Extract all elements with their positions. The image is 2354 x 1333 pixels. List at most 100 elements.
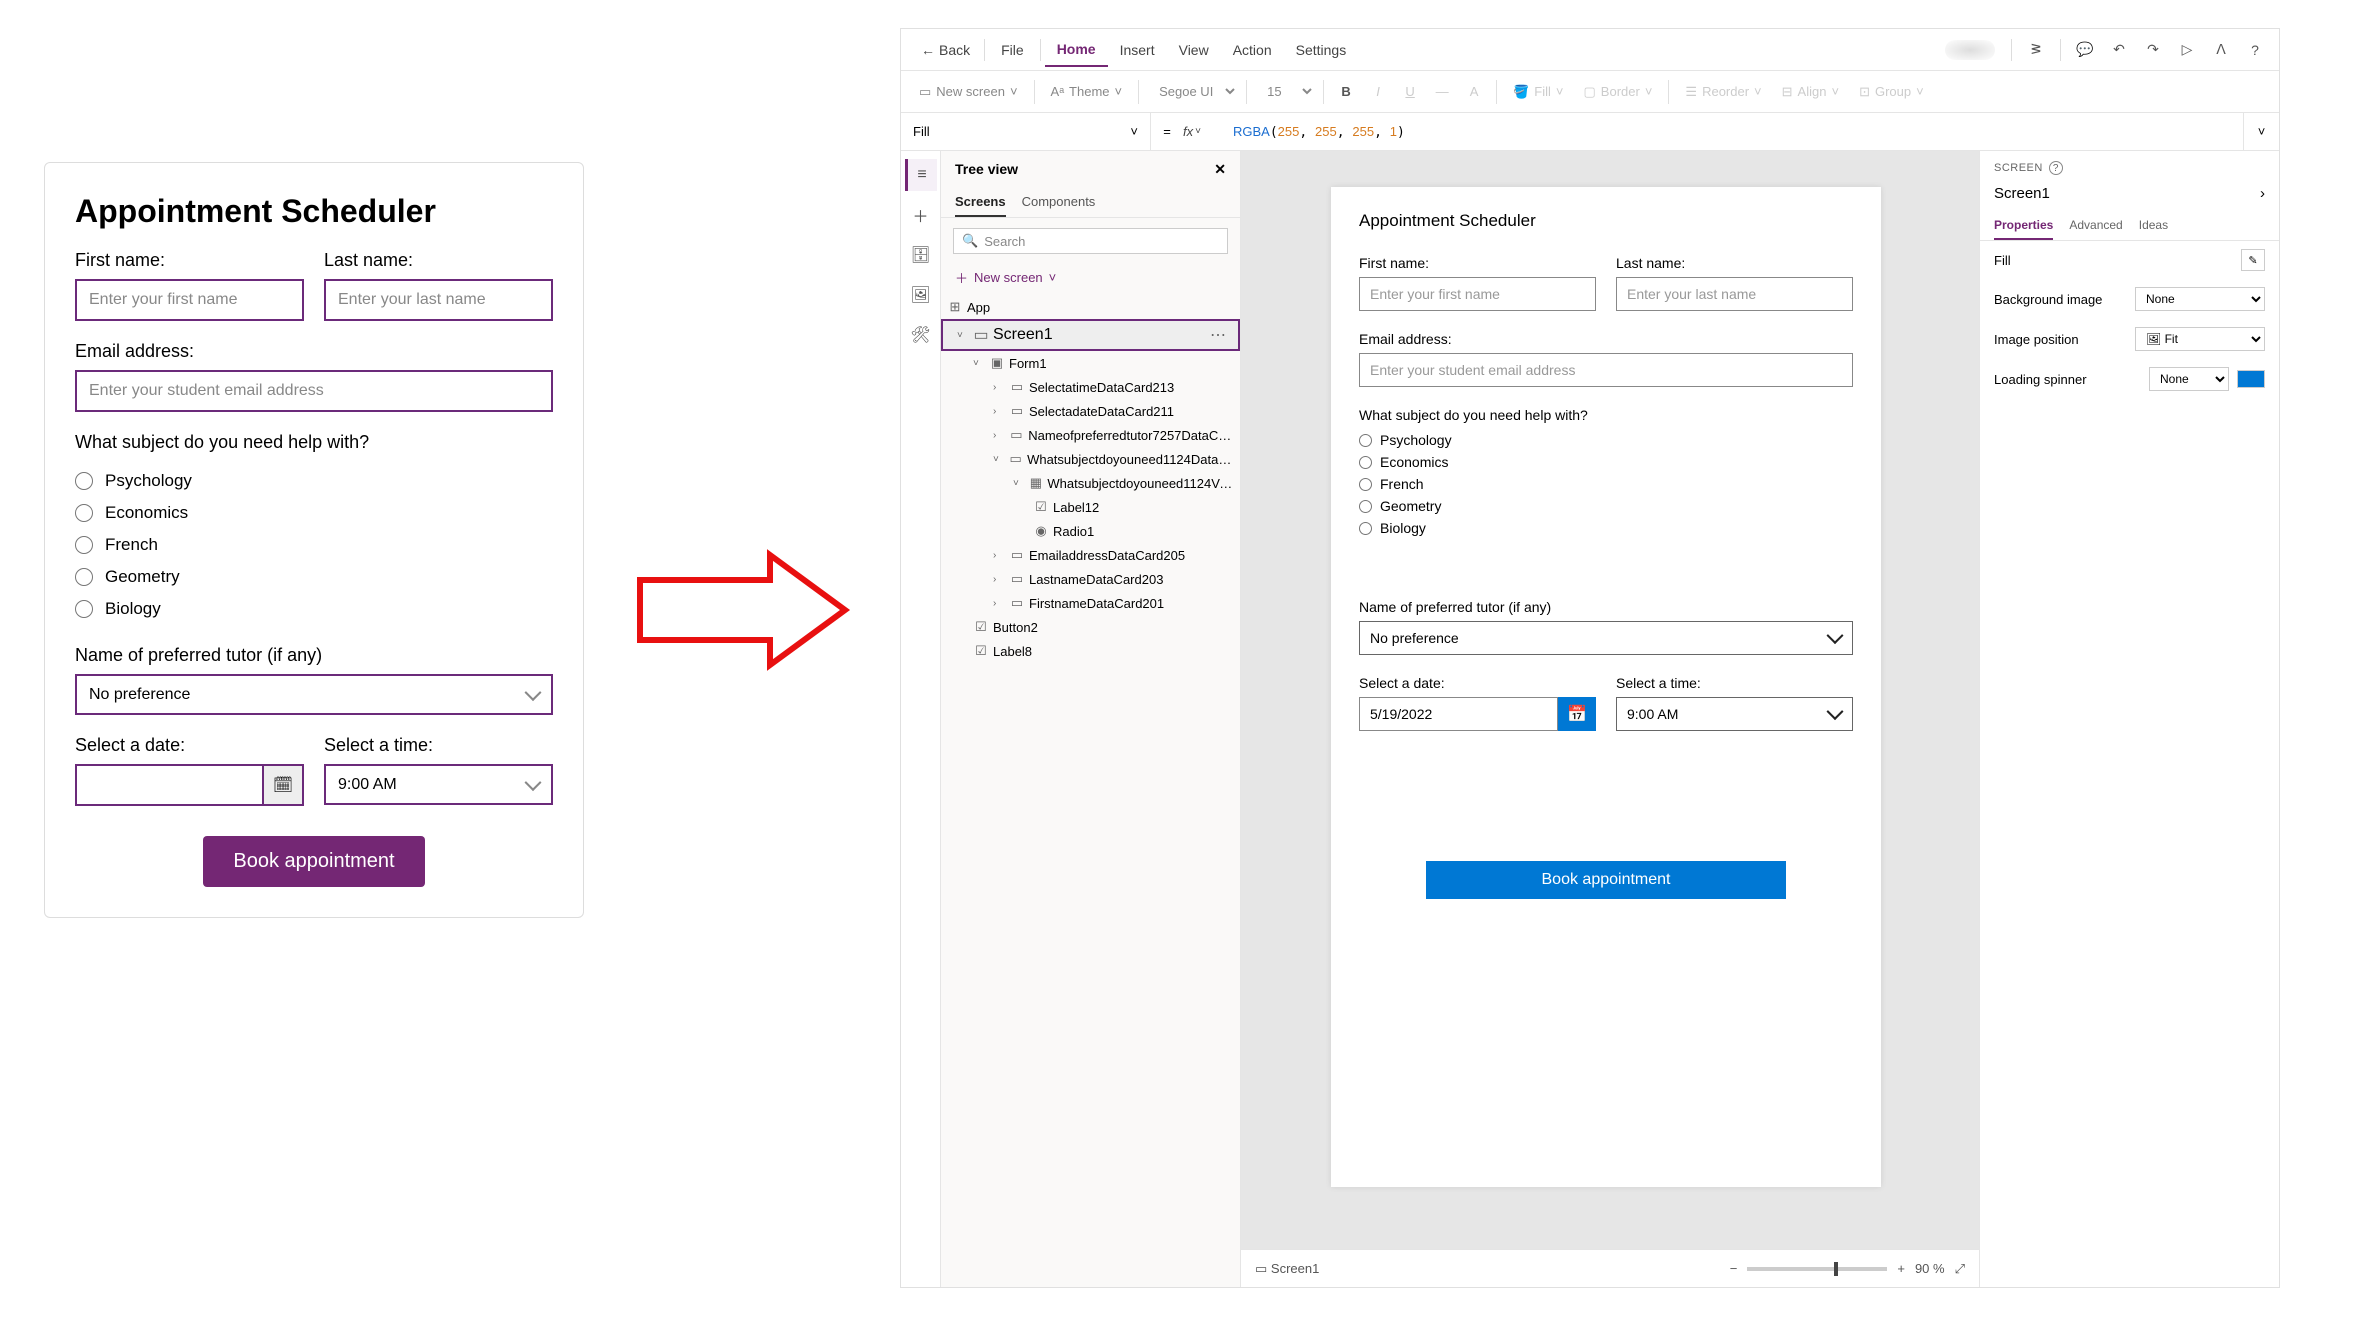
tree-node[interactable]: ☑Label12 <box>941 495 1240 519</box>
italic-icon[interactable]: I <box>1364 78 1392 106</box>
tree-node[interactable]: ˅▭Whatsubjectdoyouneed1124DataCar... <box>941 447 1240 471</box>
tree-node-form1[interactable]: ˅▣Form1 <box>941 351 1240 375</box>
tutor-select[interactable]: No preference <box>75 674 553 715</box>
insert-rail-icon[interactable]: ＋ <box>905 199 937 231</box>
redo-icon[interactable]: ↷ <box>2139 36 2167 64</box>
imgpos-select[interactable]: 🖼 Fit <box>2135 327 2265 351</box>
tab-advanced[interactable]: Advanced <box>2069 212 2122 240</box>
data-rail-icon[interactable]: 🗄 <box>905 239 937 271</box>
formula-input[interactable]: RGBA(255, 255, 255, 1) <box>1227 124 2243 140</box>
canvas-screen1[interactable]: Appointment Scheduler First name: Last n… <box>1331 187 1881 1187</box>
calendar-icon[interactable]: 🗓 <box>264 764 304 806</box>
c-radio-geometry[interactable]: Geometry <box>1359 495 1853 517</box>
new-screen-button[interactable]: ＋New screen ˅ <box>941 264 1240 295</box>
fill-button[interactable]: 🪣Fill ˅ <box>1505 80 1571 104</box>
play-icon[interactable]: ▷ <box>2173 36 2201 64</box>
tree-node[interactable]: ›▭EmailaddressDataCard205 <box>941 543 1240 567</box>
email-label: Email address: <box>75 341 553 362</box>
tree-node[interactable]: ›▭LastnameDataCard203 <box>941 567 1240 591</box>
help-icon[interactable]: ? <box>2241 36 2269 64</box>
tab-settings[interactable]: Settings <box>1284 34 1359 66</box>
edit-icon[interactable]: ✎ <box>2241 249 2265 271</box>
font-color-icon[interactable]: A <box>1460 78 1488 106</box>
strike-icon[interactable]: ― <box>1428 78 1456 106</box>
font-size-select[interactable]: 15 <box>1255 79 1315 104</box>
zoom-in-icon[interactable]: + <box>1897 1261 1905 1276</box>
undo-icon[interactable]: ↶ <box>2105 36 2133 64</box>
tab-file[interactable]: File <box>989 34 1036 66</box>
zoom-out-icon[interactable]: − <box>1730 1261 1738 1276</box>
c-first-name-input[interactable] <box>1359 277 1596 311</box>
spinner-color-swatch[interactable] <box>2237 370 2265 388</box>
c-calendar-icon[interactable]: 📅 <box>1558 697 1596 731</box>
c-email-input[interactable] <box>1359 353 1853 387</box>
help-icon[interactable]: ? <box>2049 161 2063 175</box>
tab-action[interactable]: Action <box>1221 34 1284 66</box>
fx-icon[interactable]: fx˅ <box>1183 124 1227 139</box>
c-radio-psychology[interactable]: Psychology <box>1359 429 1853 451</box>
zoom-slider[interactable] <box>1747 1267 1887 1271</box>
c-time-select[interactable]: 9:00 AM <box>1616 697 1853 731</box>
chevron-right-icon[interactable]: › <box>2260 185 2265 202</box>
tree-node[interactable]: ›▭SelectadateDataCard211 <box>941 399 1240 423</box>
time-select[interactable]: 9:00 AM <box>324 764 553 805</box>
email-input[interactable] <box>75 370 553 412</box>
c-tutor-select[interactable]: No preference <box>1359 621 1853 655</box>
c-date-input[interactable] <box>1359 697 1558 731</box>
tree-node[interactable]: ›▭Nameofpreferredtutor7257DataCar... <box>941 423 1240 447</box>
spinner-select[interactable]: None <box>2149 367 2229 391</box>
tree-node-screen1[interactable]: ˅▭Screen1⋯ <box>941 319 1240 351</box>
tools-rail-icon[interactable]: 🛠 <box>905 319 937 351</box>
more-icon[interactable]: ⋯ <box>1210 325 1232 345</box>
bold-icon[interactable]: B <box>1332 78 1360 106</box>
app-checker-icon[interactable]: ᕒ <box>2022 36 2050 64</box>
subject-radio-economics[interactable]: Economics <box>75 497 553 529</box>
tree-search-input[interactable]: 🔍Search <box>953 228 1228 254</box>
c-book-button[interactable]: Book appointment <box>1426 861 1786 899</box>
share-icon[interactable]: ᐱ <box>2207 36 2235 64</box>
expand-formula-icon[interactable]: ˅ <box>2243 113 2279 150</box>
tree-node[interactable]: ◉Radio1 <box>941 519 1240 543</box>
book-appointment-button[interactable]: Book appointment <box>203 836 424 887</box>
tree-node[interactable]: ›▭FirstnameDataCard201 <box>941 591 1240 615</box>
tree-node[interactable]: ›▭SelectatimeDataCard213 <box>941 375 1240 399</box>
tab-properties[interactable]: Properties <box>1994 212 2053 240</box>
new-screen-button[interactable]: ▭New screen ˅ <box>911 80 1026 104</box>
comments-icon[interactable]: 💬 <box>2071 36 2099 64</box>
subject-radio-psychology[interactable]: Psychology <box>75 465 553 497</box>
first-name-input[interactable] <box>75 279 304 321</box>
c-last-name-input[interactable] <box>1616 277 1853 311</box>
tab-ideas[interactable]: Ideas <box>2139 212 2168 240</box>
group-button[interactable]: ⊡Group ˅ <box>1851 80 1932 104</box>
subject-radio-biology[interactable]: Biology <box>75 593 553 625</box>
tab-components[interactable]: Components <box>1022 188 1096 217</box>
c-radio-biology[interactable]: Biology <box>1359 517 1853 539</box>
bgimg-select[interactable]: None <box>2135 287 2265 311</box>
tab-home[interactable]: Home <box>1045 33 1108 67</box>
subject-radio-geometry[interactable]: Geometry <box>75 561 553 593</box>
subject-radio-french[interactable]: French <box>75 529 553 561</box>
tree-node[interactable]: ˅▦Whatsubjectdoyouneed1124Vert... <box>941 471 1240 495</box>
date-input[interactable] <box>75 764 264 806</box>
font-select[interactable]: Segoe UI <box>1147 79 1238 104</box>
tree-node-app[interactable]: ⊞App <box>941 295 1240 319</box>
align-button[interactable]: ⊟Align ˅ <box>1774 80 1847 104</box>
tab-screens[interactable]: Screens <box>955 188 1006 217</box>
fullscreen-icon[interactable]: ⤢ <box>1955 1261 1965 1277</box>
tree-node[interactable]: ☑Label8 <box>941 639 1240 663</box>
reorder-button[interactable]: ☰Reorder ˅ <box>1677 80 1769 104</box>
tree-view-icon[interactable]: ≡ <box>905 159 937 191</box>
underline-icon[interactable]: U <box>1396 78 1424 106</box>
tree-node[interactable]: ☑Button2 <box>941 615 1240 639</box>
tab-insert[interactable]: Insert <box>1108 34 1167 66</box>
property-select[interactable]: Fill˅ <box>901 113 1151 150</box>
back-button[interactable]: ←Back <box>911 42 980 58</box>
border-button[interactable]: ▢Border ˅ <box>1576 80 1661 104</box>
last-name-input[interactable] <box>324 279 553 321</box>
close-icon[interactable]: ✕ <box>1214 161 1226 178</box>
c-radio-economics[interactable]: Economics <box>1359 451 1853 473</box>
c-radio-french[interactable]: French <box>1359 473 1853 495</box>
tab-view[interactable]: View <box>1167 34 1221 66</box>
media-rail-icon[interactable]: 🖼 <box>905 279 937 311</box>
theme-button[interactable]: AᵃTheme ˅ <box>1043 80 1131 103</box>
